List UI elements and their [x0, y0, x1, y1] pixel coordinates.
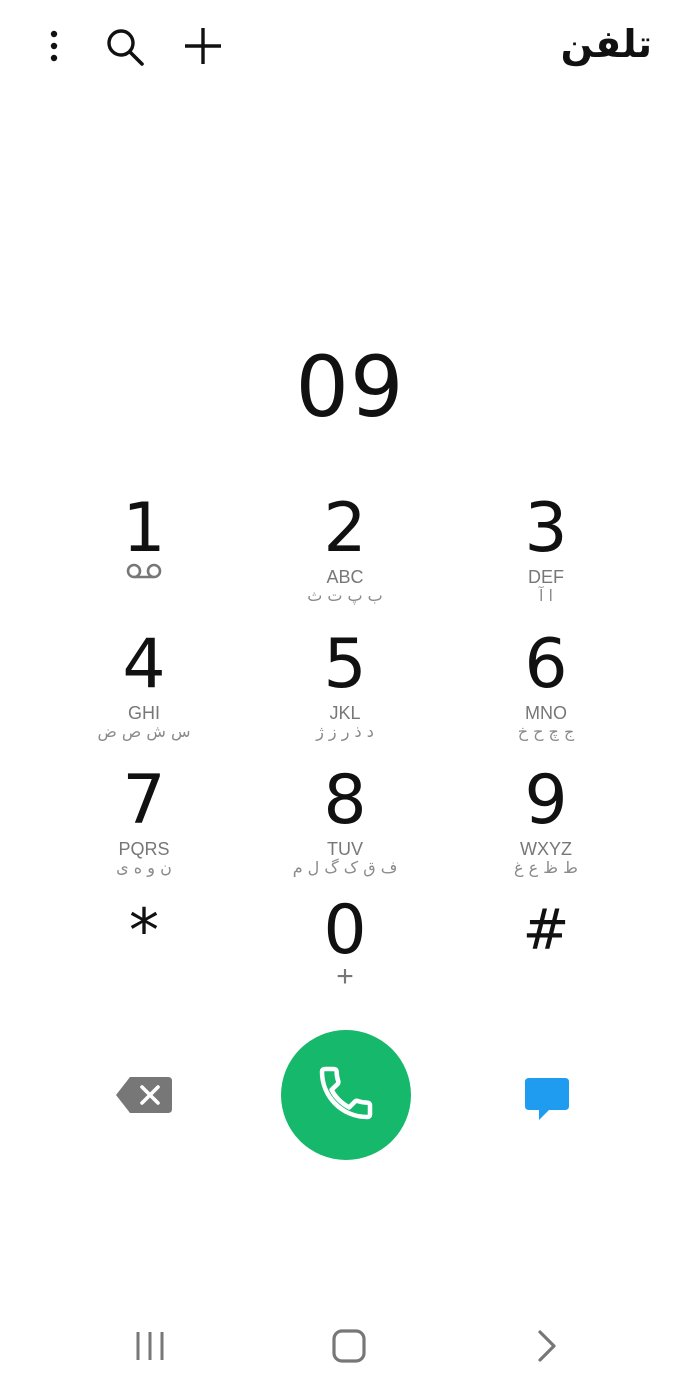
key-star[interactable]: *	[44, 892, 244, 1012]
key-letters: PQRS	[118, 839, 170, 859]
key-8[interactable]: 8 TUV ف ق ک گ ل م	[245, 762, 445, 882]
key-digit: 0	[323, 891, 367, 970]
phone-icon	[314, 1061, 378, 1129]
more-options-icon[interactable]	[40, 28, 68, 64]
key-digit: 7	[122, 761, 166, 840]
key-digit: 9	[524, 761, 568, 840]
key-farsi-letters: ب پ ت ث	[307, 586, 383, 605]
dialed-number[interactable]: 09	[0, 338, 700, 436]
recent-apps-icon[interactable]	[134, 1330, 166, 1362]
top-app-bar: تلفن	[0, 0, 700, 100]
search-icon[interactable]	[104, 26, 146, 68]
key-farsi-letters: ف ق ک گ ل م	[292, 858, 398, 877]
page-title: تلفن	[560, 22, 652, 66]
key-7[interactable]: 7 PQRS ن و ه ی	[44, 762, 244, 882]
voicemail-icon	[126, 562, 162, 584]
message-icon[interactable]	[523, 1076, 571, 1122]
key-2[interactable]: 2 ABC ب پ ت ث	[245, 490, 445, 610]
home-icon[interactable]	[331, 1328, 367, 1364]
key-digit: 6	[524, 625, 568, 704]
key-farsi-letters: ط ظ ع غ	[514, 858, 578, 877]
add-contact-icon[interactable]	[183, 26, 223, 66]
key-3[interactable]: 3 DEF ا آ	[446, 490, 646, 610]
key-hash[interactable]: #	[446, 892, 646, 1012]
key-0[interactable]: 0 +	[245, 892, 445, 1012]
dial-actions	[0, 1030, 700, 1162]
call-button[interactable]	[281, 1030, 411, 1160]
key-4[interactable]: 4 GHI س ش ص ض	[44, 626, 244, 746]
key-letters: WXYZ	[520, 839, 572, 859]
key-farsi-letters: د ذ ر ز ژ	[316, 722, 374, 741]
key-digit: 8	[323, 761, 367, 840]
key-5[interactable]: 5 JKL د ذ ر ز ژ	[245, 626, 445, 746]
key-letters: MNO	[525, 703, 567, 723]
back-icon[interactable]	[536, 1328, 560, 1364]
key-digit: 5	[323, 625, 367, 704]
key-farsi-letters: ن و ه ی	[116, 858, 172, 877]
key-digit: 2	[323, 489, 367, 568]
key-digit: #	[522, 898, 570, 963]
system-navigation-bar	[0, 1300, 700, 1390]
key-digit: 1	[122, 489, 166, 568]
key-farsi-letters: س ش ص ض	[97, 722, 191, 741]
key-digit: *	[129, 896, 159, 966]
key-letters: DEF	[528, 567, 564, 587]
key-digit: 4	[122, 625, 166, 704]
key-1[interactable]: 1	[44, 490, 244, 610]
key-farsi-letters: ا آ	[539, 586, 553, 605]
key-letters: GHI	[127, 703, 160, 723]
key-digit: 3	[524, 489, 568, 568]
key-letters: ABC	[326, 567, 364, 587]
key-6[interactable]: 6 MNO ج چ ح خ	[446, 626, 646, 746]
key-letters: JKL	[329, 703, 361, 723]
key-farsi-letters: ج چ ح خ	[517, 722, 575, 741]
backspace-icon[interactable]	[114, 1075, 174, 1115]
key-letters: TUV	[327, 839, 363, 859]
key-9[interactable]: 9 WXYZ ط ظ ع غ	[446, 762, 646, 882]
key-plus-label: +	[336, 960, 354, 993]
